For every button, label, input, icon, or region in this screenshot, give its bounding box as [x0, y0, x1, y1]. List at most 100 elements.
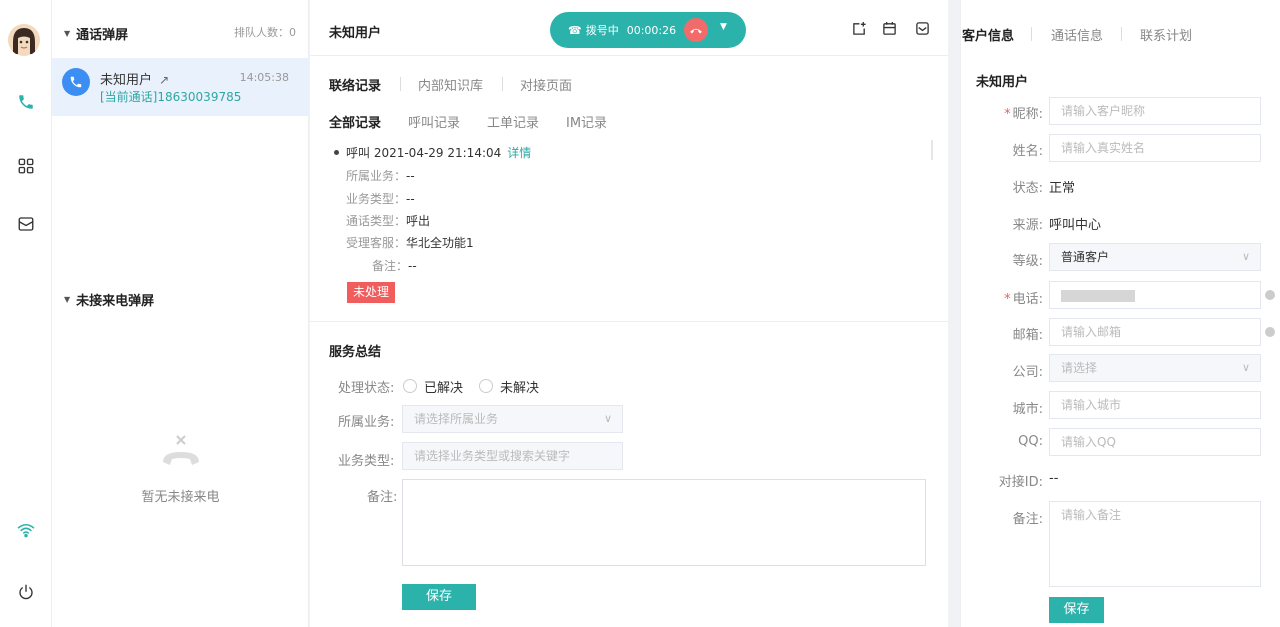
chevron-down-icon: ∨ — [603, 412, 612, 425]
call-pop-panel: ▼ 通话弹屏 排队人数：0 未知用户 ↗ 14:05:38 [当前通话]1863… — [52, 0, 309, 627]
business-label: 所属业务: — [338, 415, 395, 430]
city-label: 城市: — [1012, 402, 1043, 417]
radio-unresolved-label[interactable]: 未解决 — [500, 377, 539, 396]
missed-call-header[interactable]: ▼ 未接来电弹屏 — [64, 290, 154, 309]
missed-call-title: 未接来电弹屏 — [76, 294, 155, 309]
realname-input[interactable]: 请输入真实姓名 — [1049, 134, 1261, 162]
redacted-phone — [1061, 290, 1135, 302]
record-field: 备注：-- — [372, 259, 417, 273]
qq-input[interactable]: 请输入QQ — [1049, 428, 1261, 456]
phone-icon — [62, 68, 90, 96]
main-panel: 未知用户 ☎ 拨号中 00:00:26 ▼ 联络记录 内部知识库 对接页面 全部… — [310, 0, 948, 627]
phone-icon: ☎ — [568, 23, 582, 37]
customer-name-title: 未知用户 — [976, 75, 1029, 90]
add-phone-icon[interactable] — [1265, 290, 1275, 300]
subtab-im[interactable]: IM记录 — [566, 112, 607, 131]
dial-status-bar: ☎ 拨号中 00:00:26 ▼ — [550, 12, 746, 48]
tab-contact-record[interactable]: 联络记录 — [329, 75, 381, 94]
new-window-icon[interactable] — [852, 21, 867, 40]
record-field: 所属业务：-- — [346, 169, 415, 183]
subtab-all[interactable]: 全部记录 — [329, 112, 381, 131]
power-icon[interactable] — [0, 570, 52, 614]
tab-docking-page[interactable]: 对接页面 — [520, 75, 572, 94]
remark-textarea[interactable] — [402, 479, 926, 566]
phone-icon[interactable] — [0, 80, 52, 124]
status-label: 处理状态: — [338, 381, 395, 396]
required-mark: * — [1004, 107, 1011, 122]
chevron-down-icon: ∨ — [1241, 361, 1250, 374]
empty-call-text: 暂无未接来电 — [141, 490, 220, 505]
level-select[interactable]: 普通客户 ∨ — [1049, 243, 1261, 271]
mail-icon[interactable] — [915, 21, 930, 40]
save-button[interactable]: 保存 — [1049, 597, 1104, 623]
email-input[interactable]: 请输入邮箱 — [1049, 318, 1261, 346]
dial-status: 拨号中 — [585, 24, 619, 37]
divider — [310, 55, 948, 56]
city-input[interactable]: 请输入城市 — [1049, 391, 1261, 419]
record-detail-link[interactable]: 详情 — [507, 146, 531, 160]
call-pop-header[interactable]: ▼ 通话弹屏 — [64, 24, 128, 43]
source-label: 来源: — [1012, 218, 1043, 233]
remark-textarea[interactable]: 请输入备注 — [1049, 501, 1261, 587]
radio-resolved[interactable] — [403, 379, 417, 393]
radio-resolved-label[interactable]: 已解决 — [424, 377, 463, 396]
dial-timer: 00:00:26 — [626, 23, 677, 37]
status-label: 状态: — [1012, 181, 1043, 196]
realname-label: 姓名: — [1012, 144, 1043, 159]
email-label: 邮箱: — [1012, 328, 1043, 343]
radio-unresolved[interactable] — [479, 379, 493, 393]
tab-call-info[interactable]: 通话信息 — [1051, 25, 1103, 44]
divider — [400, 77, 401, 91]
record-field: 通话类型：呼出 — [346, 214, 431, 228]
tab-knowledge-base[interactable]: 内部知识库 — [418, 75, 483, 94]
page-title: 未知用户 — [329, 26, 382, 41]
hang-up-button[interactable] — [684, 18, 708, 42]
nickname-input[interactable]: 请输入客户昵称 — [1049, 97, 1261, 125]
subtab-call[interactable]: 呼叫记录 — [408, 112, 460, 131]
save-button[interactable]: 保存 — [402, 584, 476, 610]
status-value: 正常 — [1049, 181, 1076, 196]
active-call-item[interactable]: 未知用户 ↗ 14:05:38 [当前通话]18630039785 — [52, 58, 309, 116]
avatar[interactable] — [8, 24, 40, 56]
qq-label: QQ: — [1018, 434, 1043, 449]
scrollbar[interactable] — [931, 140, 933, 160]
dock-id-value: -- — [1049, 471, 1059, 486]
wifi-icon[interactable] — [0, 508, 52, 552]
subtab-ticket[interactable]: 工单记录 — [487, 112, 539, 131]
add-email-icon[interactable] — [1265, 327, 1275, 337]
required-mark: * — [1004, 292, 1011, 307]
call-pop-title: 通话弹屏 — [76, 28, 129, 43]
left-rail — [0, 0, 52, 627]
outgoing-arrow-icon: ↗ — [159, 73, 170, 87]
divider — [1031, 27, 1032, 41]
phone-label: * 电话: — [1004, 292, 1043, 307]
mail-icon[interactable] — [0, 202, 52, 246]
tab-customer-info[interactable]: 客户信息 — [962, 25, 1014, 44]
record-field: 受理客服：华北全功能1 — [346, 236, 474, 250]
caller-number: [当前通话]18630039785 — [100, 90, 242, 104]
customer-panel: 客户信息 通话信息 联系计划 未知用户 * 昵称: 请输入客户昵称 姓名: 请输入… — [960, 0, 1280, 627]
queue-count: 排队人数：0 — [234, 26, 296, 39]
nickname-label: * 昵称: — [1004, 107, 1043, 122]
remark-label: 备注: — [1012, 512, 1043, 527]
level-label: 等级: — [1012, 254, 1043, 269]
hang-up-icon — [690, 28, 702, 34]
source-value: 呼叫中心 — [1049, 218, 1102, 233]
caret-down-icon: ▼ — [64, 295, 71, 304]
dock-id-label: 对接ID: — [998, 475, 1043, 490]
chevron-down-icon: ∨ — [1241, 250, 1250, 263]
divider — [502, 77, 503, 91]
dial-dropdown-icon[interactable]: ▼ — [720, 22, 727, 32]
calendar-icon[interactable] — [882, 21, 897, 40]
tab-contact-plan[interactable]: 联系计划 — [1140, 25, 1192, 44]
remark-label: 备注: — [367, 490, 398, 505]
caller-name: 未知用户 ↗ — [100, 73, 170, 88]
business-type-select[interactable]: 请选择业务类型或搜索关键字 — [402, 442, 623, 470]
service-summary-title: 服务总结 — [329, 345, 382, 360]
company-select[interactable]: 请选择 ∨ — [1049, 354, 1261, 382]
call-time: 14:05:38 — [239, 71, 289, 84]
record-headline: 呼叫 2021-04-29 21:14:04 详情 — [346, 146, 532, 160]
grid-icon[interactable] — [0, 144, 52, 188]
record-bullet — [334, 150, 339, 155]
business-select[interactable]: 请选择所属业务 ∨ — [402, 405, 623, 433]
